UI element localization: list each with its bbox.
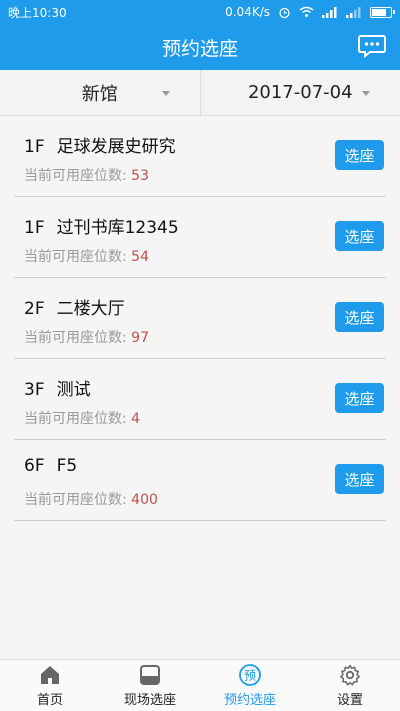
avail-label: 当前可用座位数:	[24, 249, 127, 265]
list-item: 2F 二楼大厅 当前可用座位数: 97 选座	[14, 278, 386, 359]
select-seat-button[interactable]: 选座	[335, 383, 384, 413]
seat-count: 400	[131, 492, 158, 508]
gear-icon	[340, 664, 360, 686]
select-seat-button[interactable]: 选座	[335, 221, 384, 251]
tab-reserve-seat[interactable]: 预 预约选座	[200, 660, 300, 711]
seat-availability: 当前可用座位数: 54	[24, 246, 149, 266]
avail-label: 当前可用座位数:	[24, 492, 127, 508]
room-floor: 2F	[24, 299, 45, 319]
tab-settings[interactable]: 设置	[300, 660, 400, 711]
status-right: 0.04K/s	[225, 5, 395, 19]
seat-icon	[140, 665, 160, 685]
alarm-icon	[279, 7, 290, 18]
seat-availability: 当前可用座位数: 4	[24, 408, 140, 428]
room-name: 1F 过刊书库12345	[24, 213, 179, 238]
battery-icon	[370, 6, 395, 18]
room-name: 6F F5	[24, 456, 77, 476]
room-floor: 6F	[24, 456, 45, 476]
tab-label: 首页	[36, 693, 63, 708]
status-bar: 晚上10:30 0.04K/s	[0, 0, 400, 24]
tab-home[interactable]: 首页	[0, 660, 100, 711]
tab-label: 预约选座	[223, 693, 276, 708]
home-icon	[41, 666, 59, 684]
chevron-down-icon	[362, 91, 370, 96]
select-seat-button[interactable]: 选座	[335, 464, 384, 494]
date-dropdown[interactable]: 2017-07-04	[199, 70, 400, 115]
seat-count: 4	[131, 411, 141, 427]
date-value: 2017-07-04	[247, 82, 353, 103]
room-floor: 3F	[24, 380, 45, 400]
library-value: 新馆	[81, 83, 118, 105]
list-item: 6F F5 当前可用座位数: 400 选座	[14, 440, 386, 521]
room-name: 3F 测试	[24, 375, 91, 400]
room-name: 2F 二楼大厅	[24, 294, 125, 319]
avail-label: 当前可用座位数:	[24, 168, 127, 184]
room-list: 1F 足球发展史研究 当前可用座位数: 53 选座 1F 过刊书库12345 当前可…	[0, 116, 400, 521]
network-speed: 0.04K/s	[225, 5, 270, 19]
bottom-tab-bar: 首页 现场选座 预 预约选座 设置	[0, 659, 400, 711]
seat-count: 97	[131, 330, 149, 346]
room-title: 足球发展史研究	[56, 137, 176, 157]
tab-label: 设置	[336, 693, 363, 708]
room-title: 测试	[56, 380, 91, 400]
room-title: 二楼大厅	[56, 299, 125, 319]
filter-bar: 新馆 2017-07-04	[0, 70, 400, 116]
signal-icon	[322, 6, 337, 18]
avail-label: 当前可用座位数:	[24, 411, 127, 427]
list-item: 3F 测试 当前可用座位数: 4 选座	[14, 359, 386, 440]
room-name: 1F 足球发展史研究	[24, 132, 176, 157]
room-title: 过刊书库12345	[56, 218, 179, 238]
signal-icon-2	[346, 6, 361, 18]
avail-label: 当前可用座位数:	[24, 330, 127, 346]
room-title: F5	[56, 456, 78, 476]
list-item: 1F 过刊书库12345 当前可用座位数: 54 选座	[14, 197, 386, 278]
library-dropdown[interactable]: 新馆	[0, 70, 200, 115]
tab-label: 现场选座	[123, 693, 176, 708]
seat-availability: 当前可用座位数: 97	[24, 327, 149, 347]
status-time: 晚上10:30	[8, 5, 67, 20]
chat-bubble-icon[interactable]	[358, 34, 386, 58]
wifi-icon	[299, 6, 314, 17]
seat-count: 54	[131, 249, 149, 265]
seat-availability: 当前可用座位数: 400	[24, 489, 158, 509]
select-seat-button[interactable]: 选座	[335, 140, 384, 170]
app-bar: 预约选座	[0, 24, 400, 70]
seat-count: 53	[131, 168, 149, 184]
reserve-icon: 预	[239, 664, 261, 686]
select-seat-button[interactable]: 选座	[335, 302, 384, 332]
page-title: 预约选座	[161, 37, 238, 60]
room-floor: 1F	[24, 218, 45, 238]
svg-text:预: 预	[244, 669, 256, 683]
room-floor: 1F	[24, 137, 45, 157]
tab-onsite-seat[interactable]: 现场选座	[100, 660, 200, 711]
chevron-down-icon	[161, 91, 170, 96]
seat-availability: 当前可用座位数: 53	[24, 165, 149, 185]
list-item: 1F 足球发展史研究 当前可用座位数: 53 选座	[14, 116, 386, 197]
